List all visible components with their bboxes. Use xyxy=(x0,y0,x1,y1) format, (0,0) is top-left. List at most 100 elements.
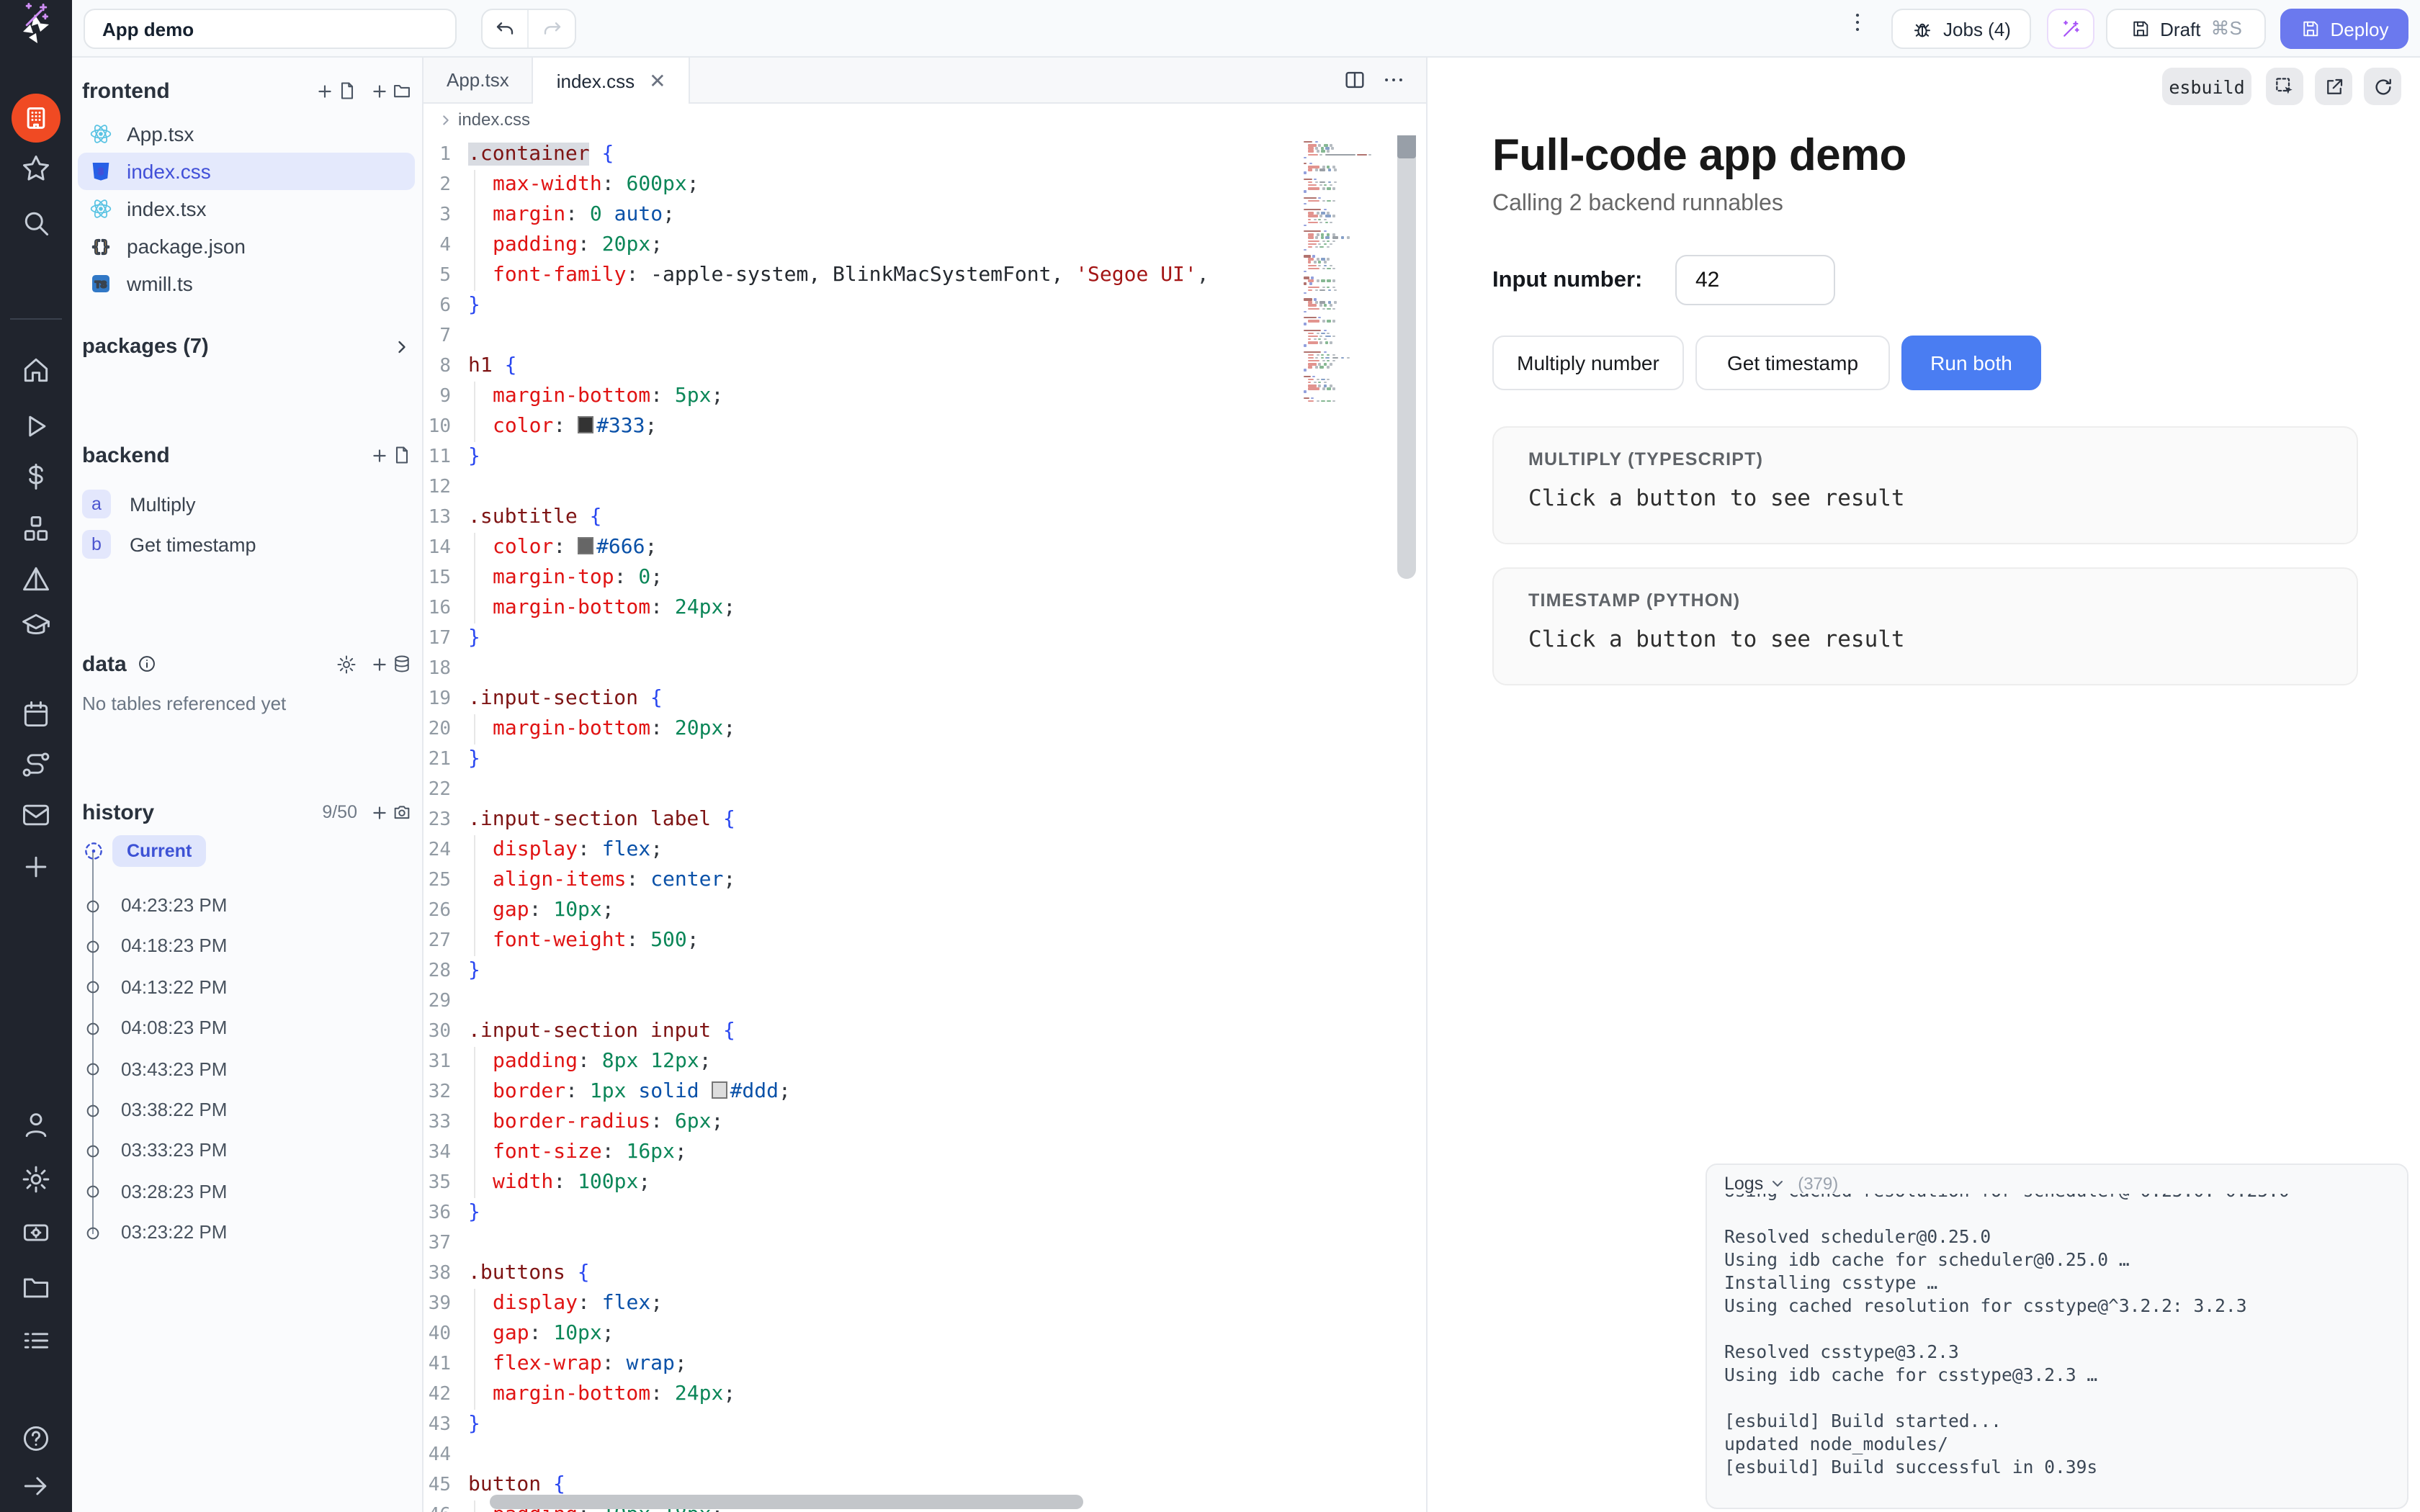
sidebar-item-user[interactable] xyxy=(20,1109,52,1140)
code-line[interactable]: 36 } xyxy=(424,1198,1299,1228)
code-line[interactable]: 33 border-radius: 6px; xyxy=(424,1107,1299,1138)
sidebar-item-mail[interactable] xyxy=(20,799,52,831)
code-line[interactable]: 28 } xyxy=(424,956,1299,986)
minimap[interactable] xyxy=(1304,141,1373,403)
code-line[interactable]: 1 .container { xyxy=(424,140,1299,170)
history-entry[interactable]: 03:33:23 PM xyxy=(121,1140,227,1161)
add-runnable-button[interactable] xyxy=(370,445,412,465)
code-line[interactable]: 13 .subtitle { xyxy=(424,503,1299,533)
code-line[interactable]: 23 .input-section label { xyxy=(424,805,1299,835)
runtime-badge[interactable]: esbuild xyxy=(2162,68,2251,105)
sidebar-item-play[interactable] xyxy=(20,410,52,442)
add-table-button[interactable] xyxy=(370,654,412,674)
file-item-index.css[interactable]: 3index.css xyxy=(78,153,415,190)
file-item-App.tsx[interactable]: App.tsx xyxy=(78,115,415,153)
packages-section[interactable]: packages (7) xyxy=(82,331,412,363)
code-line[interactable]: 17 } xyxy=(424,624,1299,654)
code-line[interactable]: 30 .input-section input { xyxy=(424,1017,1299,1047)
close-tab-icon[interactable]: ✕ xyxy=(649,68,666,93)
code-line[interactable]: 11 } xyxy=(424,442,1299,472)
code-line[interactable]: 8 h1 { xyxy=(424,351,1299,382)
code-line[interactable]: 25 align-items: center; xyxy=(424,865,1299,896)
sidebar-item-worker[interactable] xyxy=(20,1217,52,1248)
code-line[interactable]: 42 margin-bottom: 24px; xyxy=(424,1380,1299,1410)
code-line[interactable]: 6 } xyxy=(424,291,1299,321)
code-lines[interactable]: 1 .container { 2 max-width: 600px; 3 mar… xyxy=(424,140,1299,1512)
history-current[interactable]: Current xyxy=(112,835,206,867)
code-line[interactable]: 34 font-size: 16px; xyxy=(424,1138,1299,1168)
logs-output[interactable]: Using cached resolution for scheduler@ 0… xyxy=(1724,1179,2396,1479)
sidebar-item-prism[interactable] xyxy=(20,563,52,595)
code-line[interactable]: 2 max-width: 600px; xyxy=(424,170,1299,200)
history-entry[interactable]: 03:28:23 PM xyxy=(121,1181,227,1202)
code-line[interactable]: 29 xyxy=(424,986,1299,1017)
app-title-input[interactable]: App demo xyxy=(84,9,457,49)
code-line[interactable]: 15 margin-top: 0; xyxy=(424,563,1299,593)
file-item-index.tsx[interactable]: index.tsx xyxy=(78,190,415,228)
code-line[interactable]: 32 border: 1px solid #ddd; xyxy=(424,1077,1299,1107)
code-line[interactable]: 22 xyxy=(424,775,1299,805)
code-line[interactable]: 40 gap: 10px; xyxy=(424,1319,1299,1349)
preview-button-run-both[interactable]: Run both xyxy=(1901,336,2041,390)
history-entry[interactable]: 04:23:23 PM xyxy=(121,894,227,916)
code-line[interactable]: 21 } xyxy=(424,744,1299,775)
history-entry[interactable]: 03:23:22 PM xyxy=(121,1221,227,1243)
code-line[interactable]: 24 display: flex; xyxy=(424,835,1299,865)
open-external-button[interactable] xyxy=(2315,68,2352,105)
sidebar-item-arrow[interactable] xyxy=(20,1470,52,1502)
refresh-button[interactable] xyxy=(2364,68,2401,105)
sidebar-item-wand[interactable] xyxy=(20,0,52,32)
code-line[interactable]: 31 padding: 8px 12px; xyxy=(424,1047,1299,1077)
sidebar-item-plus[interactable] xyxy=(20,851,52,883)
redo-button[interactable] xyxy=(529,10,575,48)
history-entry[interactable]: 04:18:23 PM xyxy=(121,935,227,957)
code-line[interactable]: 20 margin-bottom: 20px; xyxy=(424,714,1299,744)
sidebar-item-help[interactable] xyxy=(20,1423,52,1454)
number-input[interactable] xyxy=(1675,255,1835,305)
editor-tab-App.tsx[interactable]: App.tsx xyxy=(424,58,532,102)
code-line[interactable]: 4 padding: 20px; xyxy=(424,230,1299,261)
history-entry[interactable]: 04:13:22 PM xyxy=(121,976,227,998)
add-file-button[interactable] xyxy=(315,81,357,101)
runnable-item-Multiply[interactable]: a Multiply xyxy=(82,485,196,523)
sidebar-item-route[interactable] xyxy=(20,749,52,780)
sidebar-item-apps[interactable] xyxy=(12,94,60,143)
vertical-scrollbar[interactable] xyxy=(1397,121,1416,579)
sidebar-item-gear[interactable] xyxy=(20,1164,52,1195)
history-entry[interactable]: 03:43:23 PM xyxy=(121,1058,227,1079)
code-line[interactable]: 39 display: flex; xyxy=(424,1289,1299,1319)
jobs-button[interactable]: Jobs (4) xyxy=(1891,9,2031,49)
more-menu-icon[interactable] xyxy=(1845,10,1870,35)
split-editor-icon[interactable] xyxy=(1343,68,1367,92)
breadcrumb-file[interactable]: index.css xyxy=(458,109,530,130)
editor-menu-icon[interactable] xyxy=(1381,68,1406,92)
add-folder-button[interactable] xyxy=(370,81,412,101)
code-line[interactable]: 43 } xyxy=(424,1410,1299,1440)
horizontal-scrollbar[interactable] xyxy=(490,1495,1083,1509)
code-line[interactable]: 5 font-family: -apple-system, BlinkMacSy… xyxy=(424,261,1299,291)
sidebar-item-dollar[interactable] xyxy=(20,461,52,492)
sidebar-item-search[interactable] xyxy=(20,207,52,239)
code-line[interactable]: 19 .input-section { xyxy=(424,684,1299,714)
deploy-button[interactable]: Deploy xyxy=(2280,9,2408,49)
code-line[interactable]: 35 width: 100px; xyxy=(424,1168,1299,1198)
file-item-package.json[interactable]: {}package.json xyxy=(78,228,415,265)
code-line[interactable]: 12 xyxy=(424,472,1299,503)
ai-wand-button[interactable] xyxy=(2047,9,2094,49)
preview-button-get-timestamp[interactable]: Get timestamp xyxy=(1695,336,1890,390)
runnable-item-Get timestamp[interactable]: b Get timestamp xyxy=(82,526,256,563)
code-line[interactable]: 7 xyxy=(424,321,1299,351)
code-line[interactable]: 10 color: #333; xyxy=(424,412,1299,442)
code-line[interactable]: 9 margin-bottom: 5px; xyxy=(424,382,1299,412)
sidebar-item-star[interactable] xyxy=(20,153,52,184)
code-line[interactable]: 16 margin-bottom: 24px; xyxy=(424,593,1299,624)
editor-tab-index.css[interactable]: index.css ✕ xyxy=(532,58,691,104)
history-entry[interactable]: 03:38:22 PM xyxy=(121,1099,227,1120)
code-line[interactable]: 41 flex-wrap: wrap; xyxy=(424,1349,1299,1380)
code-line[interactable]: 38 .buttons { xyxy=(424,1259,1299,1289)
add-snapshot-button[interactable] xyxy=(370,802,412,822)
code-line[interactable]: 26 gap: 10px; xyxy=(424,896,1299,926)
code-line[interactable]: 27 font-weight: 500; xyxy=(424,926,1299,956)
logs-header[interactable]: Logs (379) xyxy=(1707,1165,2407,1194)
file-item-wmill.ts[interactable]: TSwmill.ts xyxy=(78,265,415,302)
